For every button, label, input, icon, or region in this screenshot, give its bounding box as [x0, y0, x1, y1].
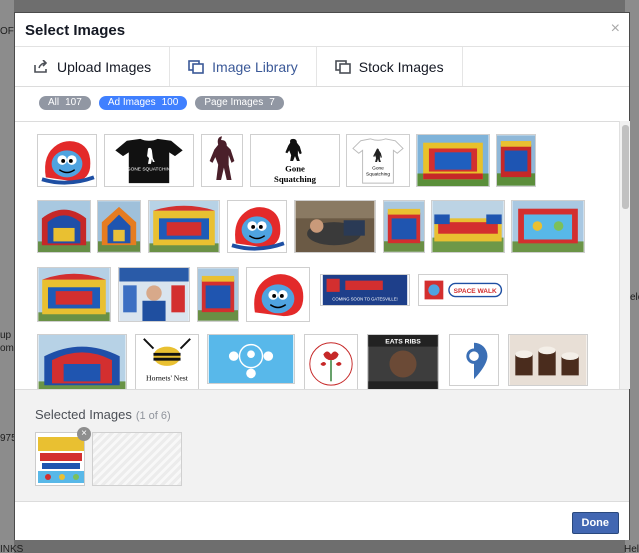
image-thumbnail[interactable]: [246, 267, 310, 322]
filter-ad-images[interactable]: Ad Images 100: [98, 96, 188, 110]
image-thumbnail[interactable]: [511, 200, 585, 253]
image-thumbnail[interactable]: Gone Squatching: [250, 134, 340, 187]
tab-label: Upload Images: [57, 58, 152, 75]
meme-text: EATS RIBS: [385, 339, 421, 346]
image-grid-scrollbar[interactable]: [619, 121, 630, 389]
image-thumbnail[interactable]: [37, 267, 111, 322]
background-page-left: [0, 0, 14, 553]
image-thumbnail[interactable]: Hornets' Nest: [135, 334, 199, 389]
filter-page-images[interactable]: Page Images 7: [195, 96, 284, 110]
image-thumbnail[interactable]: [201, 134, 243, 187]
image-thumbnail[interactable]: GONE SQUATCHIN': [104, 134, 194, 187]
select-images-dialog: Select Images × Upload Images Image Libr…: [14, 12, 630, 540]
background-text: OF: [0, 26, 14, 37]
image-thumbnail[interactable]: [383, 200, 425, 253]
selected-count: (1 of 6): [135, 410, 171, 422]
upload-icon: [33, 58, 49, 74]
filter-count: 107: [65, 97, 82, 108]
empty-image-slot: [92, 432, 182, 486]
image-thumbnail[interactable]: [416, 134, 490, 187]
image-thumbnail[interactable]: [148, 200, 220, 253]
image-grid: GONE SQUATCHIN' Gone Squatching Gone Squat…: [15, 121, 619, 389]
filter-count: 7: [269, 97, 275, 108]
thumbnail-text: Squatching: [274, 174, 317, 184]
done-button[interactable]: Done: [571, 512, 619, 534]
thumbnail-text: Hornets' Nest: [146, 373, 189, 382]
selected-image-thumbnail[interactable]: [35, 432, 85, 486]
image-thumbnail[interactable]: [97, 200, 141, 253]
selected-title: Selected Images: [35, 407, 132, 422]
tab-upload-images[interactable]: Upload Images: [15, 47, 171, 86]
selected-images-heading: Selected Images (1 of 6): [35, 407, 171, 422]
tab-label: Image Library: [212, 58, 298, 75]
tab-bar: Upload Images Image Library Stock Images: [15, 47, 629, 87]
image-thumbnail[interactable]: [304, 334, 358, 389]
filter-pills: All 107 Ad Images 100 Page Images 7: [15, 87, 629, 119]
banner-text: COMING SOON TO GATESVILLE!: [332, 296, 397, 301]
library-icon: [188, 59, 204, 74]
dialog-title: Select Images: [25, 22, 126, 39]
image-thumbnail[interactable]: [118, 267, 190, 322]
background-text: Hel: [624, 544, 639, 553]
shirt-text: Gone: [372, 166, 384, 172]
image-thumbnail[interactable]: [37, 200, 91, 253]
image-thumbnail[interactable]: [37, 134, 97, 187]
dialog-footer: Done: [15, 501, 629, 540]
close-icon[interactable]: ×: [611, 20, 620, 38]
image-thumbnail[interactable]: [294, 200, 376, 253]
background-text: INKS: [0, 544, 24, 553]
filter-count: 100: [161, 97, 179, 108]
background-text: ele: [630, 292, 639, 303]
tab-stock-images[interactable]: Stock Images: [317, 47, 463, 86]
image-thumbnail[interactable]: [431, 200, 505, 253]
shirt-text: Squatching: [366, 171, 390, 177]
filter-label: All: [48, 97, 60, 108]
filter-label: Page Images: [204, 97, 264, 108]
tab-label: Stock Images: [358, 58, 444, 75]
tab-image-library[interactable]: Image Library: [170, 47, 317, 86]
image-thumbnail[interactable]: COMING SOON TO GATESVILLE!: [320, 274, 410, 306]
filter-label: Ad Images: [107, 97, 156, 108]
stock-icon: [334, 59, 351, 74]
image-thumbnail[interactable]: [508, 334, 588, 386]
remove-icon[interactable]: ×: [77, 427, 91, 441]
image-thumbnail[interactable]: SPACE WALK: [418, 274, 508, 306]
filter-all[interactable]: All 107: [39, 96, 91, 110]
image-thumbnail[interactable]: [197, 267, 239, 322]
thumbnail-text: Gone: [285, 164, 305, 174]
scrollbar-thumb[interactable]: [622, 125, 629, 209]
shirt-text: GONE SQUATCHIN': [127, 167, 171, 173]
dialog-header: Select Images ×: [15, 13, 629, 47]
image-thumbnail[interactable]: [496, 134, 536, 187]
image-thumbnail[interactable]: [207, 334, 295, 384]
image-thumbnail[interactable]: Gone Squatching: [346, 134, 410, 187]
image-thumbnail[interactable]: [449, 334, 499, 386]
banner-text: SPACE WALK: [454, 288, 497, 295]
selected-images-panel: Selected Images (1 of 6) ×: [15, 389, 629, 501]
image-thumbnail[interactable]: [37, 334, 127, 389]
image-thumbnail[interactable]: EATS RIBS: [367, 334, 439, 389]
image-thumbnail[interactable]: [227, 200, 287, 253]
